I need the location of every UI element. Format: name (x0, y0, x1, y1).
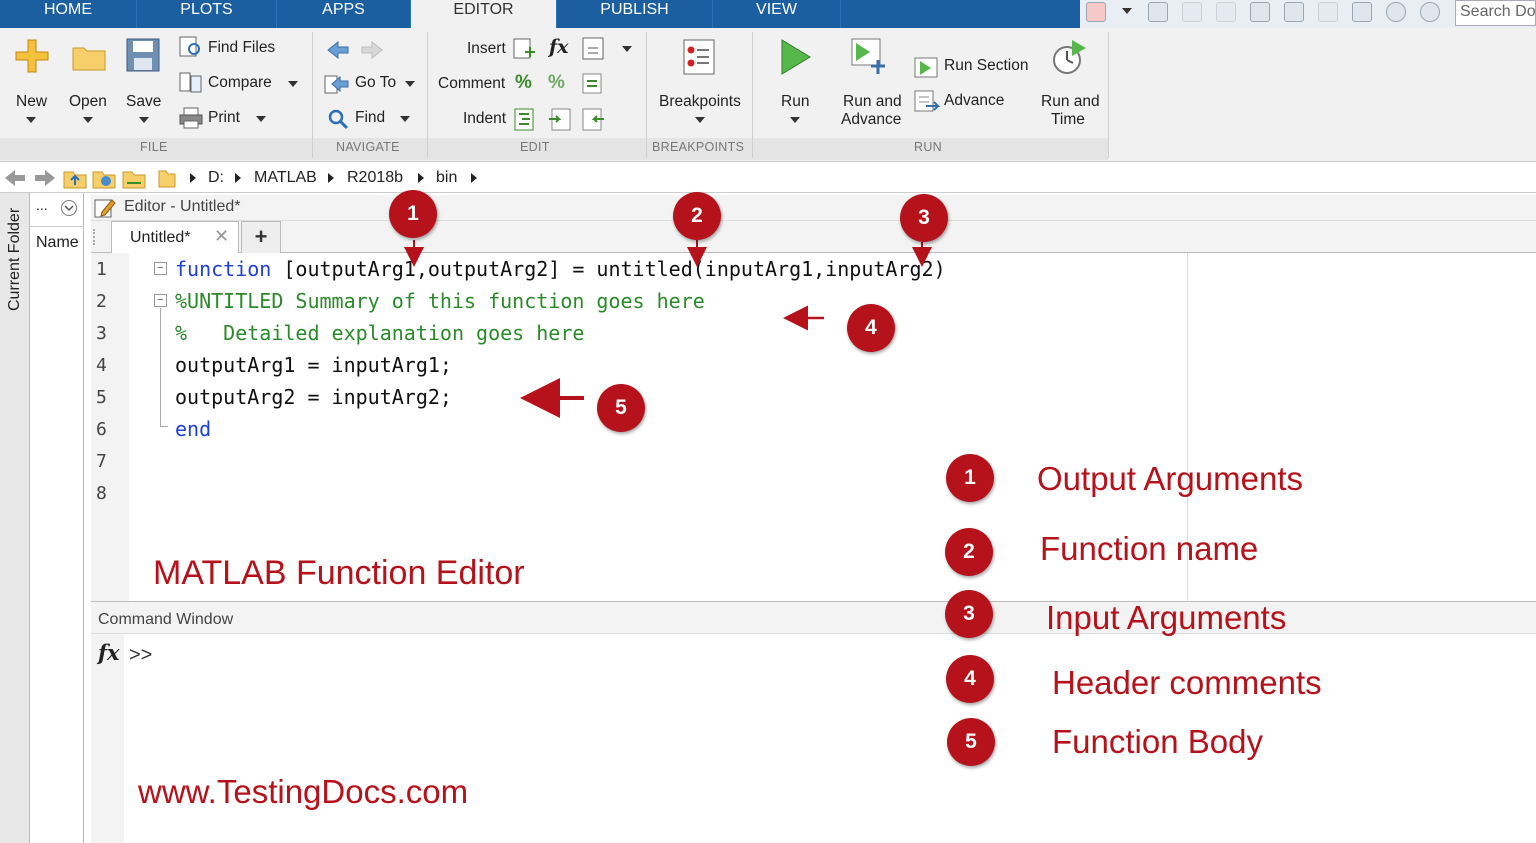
badge-3: 3 (900, 194, 948, 242)
badge-4: 4 (847, 304, 895, 352)
badge-1: 1 (389, 190, 437, 238)
badge-2: 2 (673, 192, 721, 240)
legend-input-arguments: Input Arguments (1046, 599, 1287, 636)
website-caption: www.TestingDocs.com (138, 773, 469, 810)
legend-function-name: Function name (1040, 530, 1259, 567)
editor-caption: MATLAB Function Editor (153, 554, 525, 592)
legend-output-arguments: Output Arguments (1037, 460, 1303, 497)
legend-badge-4: 4 (946, 655, 994, 703)
legend-badge-3: 3 (945, 590, 993, 638)
legend-badge-5: 5 (947, 718, 995, 766)
badge-5: 5 (597, 384, 645, 432)
legend-badge-2: 2 (945, 528, 993, 576)
legend-header-comments: Header comments (1052, 664, 1322, 701)
annotation-arrows (404, 240, 932, 418)
legend-badge-1: 1 (946, 454, 994, 502)
legend-function-body: Function Body (1052, 723, 1263, 760)
